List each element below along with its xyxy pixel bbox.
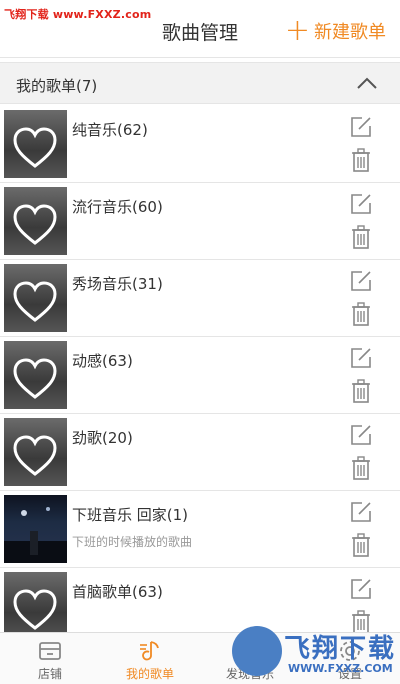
new-playlist-label: 新建歌单 <box>314 22 386 43</box>
trash-icon[interactable] <box>351 533 371 557</box>
logo-text: 飞翔下载 <box>284 634 397 664</box>
music-note-icon <box>140 641 159 661</box>
tab-label: 我的歌单 <box>125 667 174 681</box>
new-playlist-button[interactable]: + 新建歌单 <box>284 13 386 48</box>
playlist-name: 下班音乐 回家(1) <box>72 506 189 524</box>
playlist-cover <box>4 187 67 255</box>
logo-url: WWW.FXXZ.COM <box>288 662 393 675</box>
section-label: 我的歌单(7) <box>16 77 98 95</box>
playlist-row[interactable]: 流行音乐(60) <box>0 183 400 260</box>
edit-icon[interactable] <box>350 578 372 600</box>
logo-circle-icon <box>232 626 282 676</box>
trash-icon[interactable] <box>351 456 371 480</box>
tab-label: 店铺 <box>37 667 62 681</box>
edit-icon[interactable] <box>350 424 372 446</box>
shop-icon <box>39 642 61 660</box>
playlist-cover <box>4 110 67 178</box>
trash-icon[interactable] <box>351 225 371 249</box>
edit-icon[interactable] <box>350 270 372 292</box>
playlist-row[interactable]: 秀场音乐(31) <box>0 260 400 337</box>
playlist-name: 动感(63) <box>72 352 133 370</box>
playlist-row[interactable]: 下班音乐 回家(1) 下班的时候播放的歌曲 <box>0 491 400 568</box>
playlist-row[interactable]: 劲歌(20) <box>0 414 400 491</box>
playlist-row[interactable]: 纯音乐(62) <box>0 106 400 183</box>
tab-shop[interactable]: 店铺 <box>0 633 100 684</box>
playlist-row[interactable]: 动感(63) <box>0 337 400 414</box>
tab-my-playlists[interactable]: 我的歌单 <box>100 633 200 684</box>
edit-icon[interactable] <box>350 347 372 369</box>
playlist-name: 纯音乐(62) <box>72 121 148 139</box>
playlist-name: 流行音乐(60) <box>72 198 163 216</box>
plus-icon: + <box>284 13 310 48</box>
playlist-cover <box>4 418 67 486</box>
trash-icon[interactable] <box>351 148 371 172</box>
playlist-name: 劲歌(20) <box>72 429 133 447</box>
trash-icon[interactable] <box>351 302 371 326</box>
playlist-cover <box>4 495 67 563</box>
chevron-up-icon[interactable] <box>356 73 378 95</box>
trash-icon[interactable] <box>351 379 371 403</box>
playlist-list: 纯音乐(62) 流行音乐(60) 秀场音乐(31) 动感(63) 劲歌(20) 下班音乐 … <box>0 106 400 645</box>
my-playlists-section[interactable]: 我的歌单(7) <box>0 62 400 104</box>
edit-icon[interactable] <box>350 501 372 523</box>
edit-icon[interactable] <box>350 193 372 215</box>
playlist-description: 下班的时候播放的歌曲 <box>72 535 193 549</box>
logo-watermark: 飞翔下载 WWW.FXXZ.COM <box>232 624 396 680</box>
edit-icon[interactable] <box>350 116 372 138</box>
playlist-name: 首脑歌单(63) <box>72 583 163 601</box>
playlist-name: 秀场音乐(31) <box>72 275 163 293</box>
playlist-cover <box>4 572 67 640</box>
site-watermark: 飞翔下载 www.FXXZ.com <box>4 8 152 21</box>
playlist-cover <box>4 341 67 409</box>
playlist-cover <box>4 264 67 332</box>
